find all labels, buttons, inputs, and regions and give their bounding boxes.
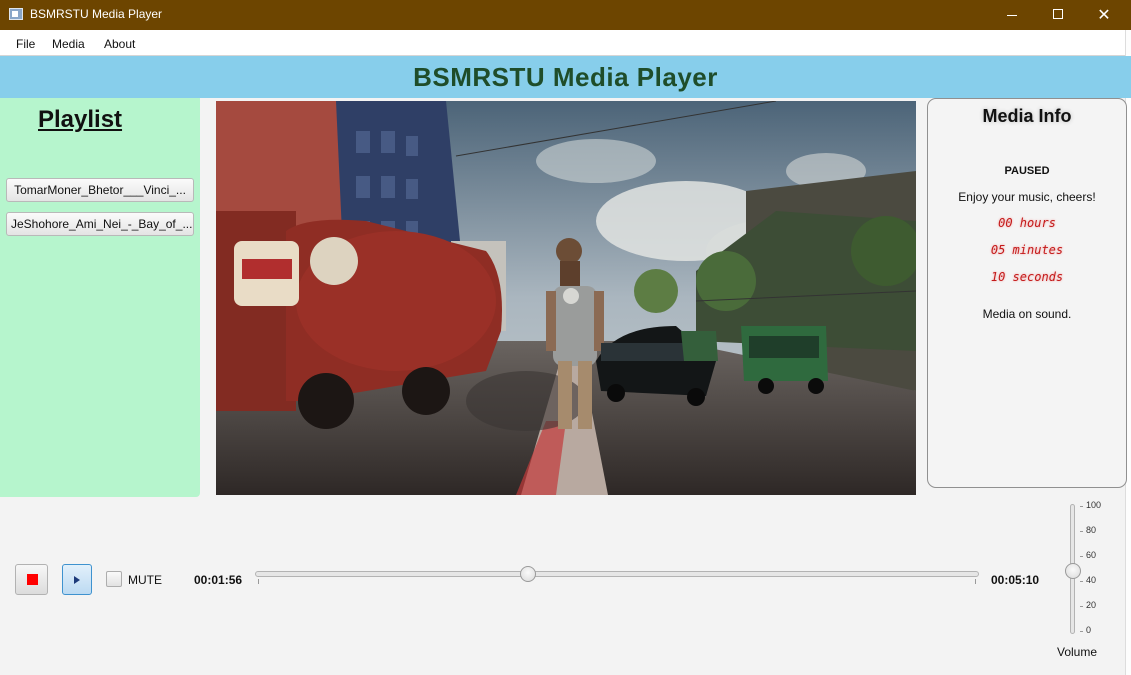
playlist-item[interactable]: TomarMoner_Bhetor___Vinci_... [6, 178, 194, 202]
seek-slider[interactable] [255, 564, 979, 586]
play-button[interactable] [62, 564, 92, 595]
current-time: 00:01:56 [194, 573, 243, 587]
status-text: PAUSED [1004, 165, 1050, 177]
volume-tick-label: 20 [1086, 600, 1097, 610]
volume-tick [1080, 531, 1083, 532]
duration-minutes: 05 minutes [990, 243, 1064, 257]
duration-hours: 00 hours [998, 216, 1056, 230]
seek-tick [975, 579, 976, 584]
menu-file[interactable]: File [16, 37, 35, 51]
volume-tick-label: 100 [1086, 500, 1102, 510]
title-bar: BSMRSTU Media Player ✕ [0, 0, 1131, 30]
seek-thumb[interactable] [519, 566, 536, 582]
volume-tick-label: 80 [1086, 525, 1097, 535]
volume-tick-label: 40 [1086, 575, 1097, 585]
volume-tick-label: 60 [1086, 550, 1097, 560]
menu-about[interactable]: About [104, 37, 135, 51]
menu-bar: File Media About [0, 30, 1125, 56]
volume-thumb[interactable] [1065, 563, 1081, 579]
volume-label: Volume [1057, 645, 1098, 659]
close-button[interactable]: ✕ [1081, 0, 1127, 30]
duration-seconds: 10 seconds [990, 270, 1064, 284]
volume-tick-label: 0 [1086, 625, 1092, 635]
playlist-panel: Playlist TomarMoner_Bhetor___Vinci_... J… [0, 98, 200, 497]
volume-tick [1080, 581, 1083, 582]
maximize-button[interactable] [1035, 0, 1081, 30]
app-window-icon [9, 8, 23, 20]
mute-label[interactable]: MUTE [128, 573, 162, 587]
stop-button[interactable] [15, 564, 48, 595]
media-info-panel: Media Info PAUSED Enjoy your music, chee… [927, 98, 1127, 488]
volume-tick [1080, 506, 1083, 507]
play-icon [74, 576, 80, 584]
volume-tick [1080, 631, 1083, 632]
volume-tick [1080, 556, 1083, 557]
seek-track[interactable] [255, 571, 979, 577]
window-title: BSMRSTU Media Player [30, 7, 163, 21]
minimize-button[interactable] [989, 0, 1035, 30]
playlist-title: Playlist [38, 106, 123, 133]
minimize-icon [1007, 15, 1017, 16]
page-title: BSMRSTU Media Player [413, 62, 718, 92]
playlist-item[interactable]: JeShohore_Ami_Nei_-_Bay_of_... [6, 212, 194, 236]
media-info-title: Media Info [982, 106, 1072, 126]
sound-status-text: Media on sound. [982, 307, 1072, 321]
total-time: 00:05:10 [991, 573, 1040, 587]
mute-checkbox[interactable] [106, 571, 122, 587]
video-still-image [216, 101, 916, 495]
seek-tick [258, 579, 259, 584]
maximize-icon [1053, 9, 1063, 19]
close-icon: ✕ [1097, 5, 1111, 24]
menu-media[interactable]: Media [52, 37, 85, 51]
app-header: BSMRSTU Media Player [0, 56, 1131, 98]
video-frame[interactable] [216, 101, 916, 495]
stop-icon [27, 574, 38, 585]
volume-slider[interactable]: 100 80 60 40 20 0 [1060, 500, 1110, 638]
volume-tick [1080, 606, 1083, 607]
message-text: Enjoy your music, cheers! [958, 190, 1096, 204]
